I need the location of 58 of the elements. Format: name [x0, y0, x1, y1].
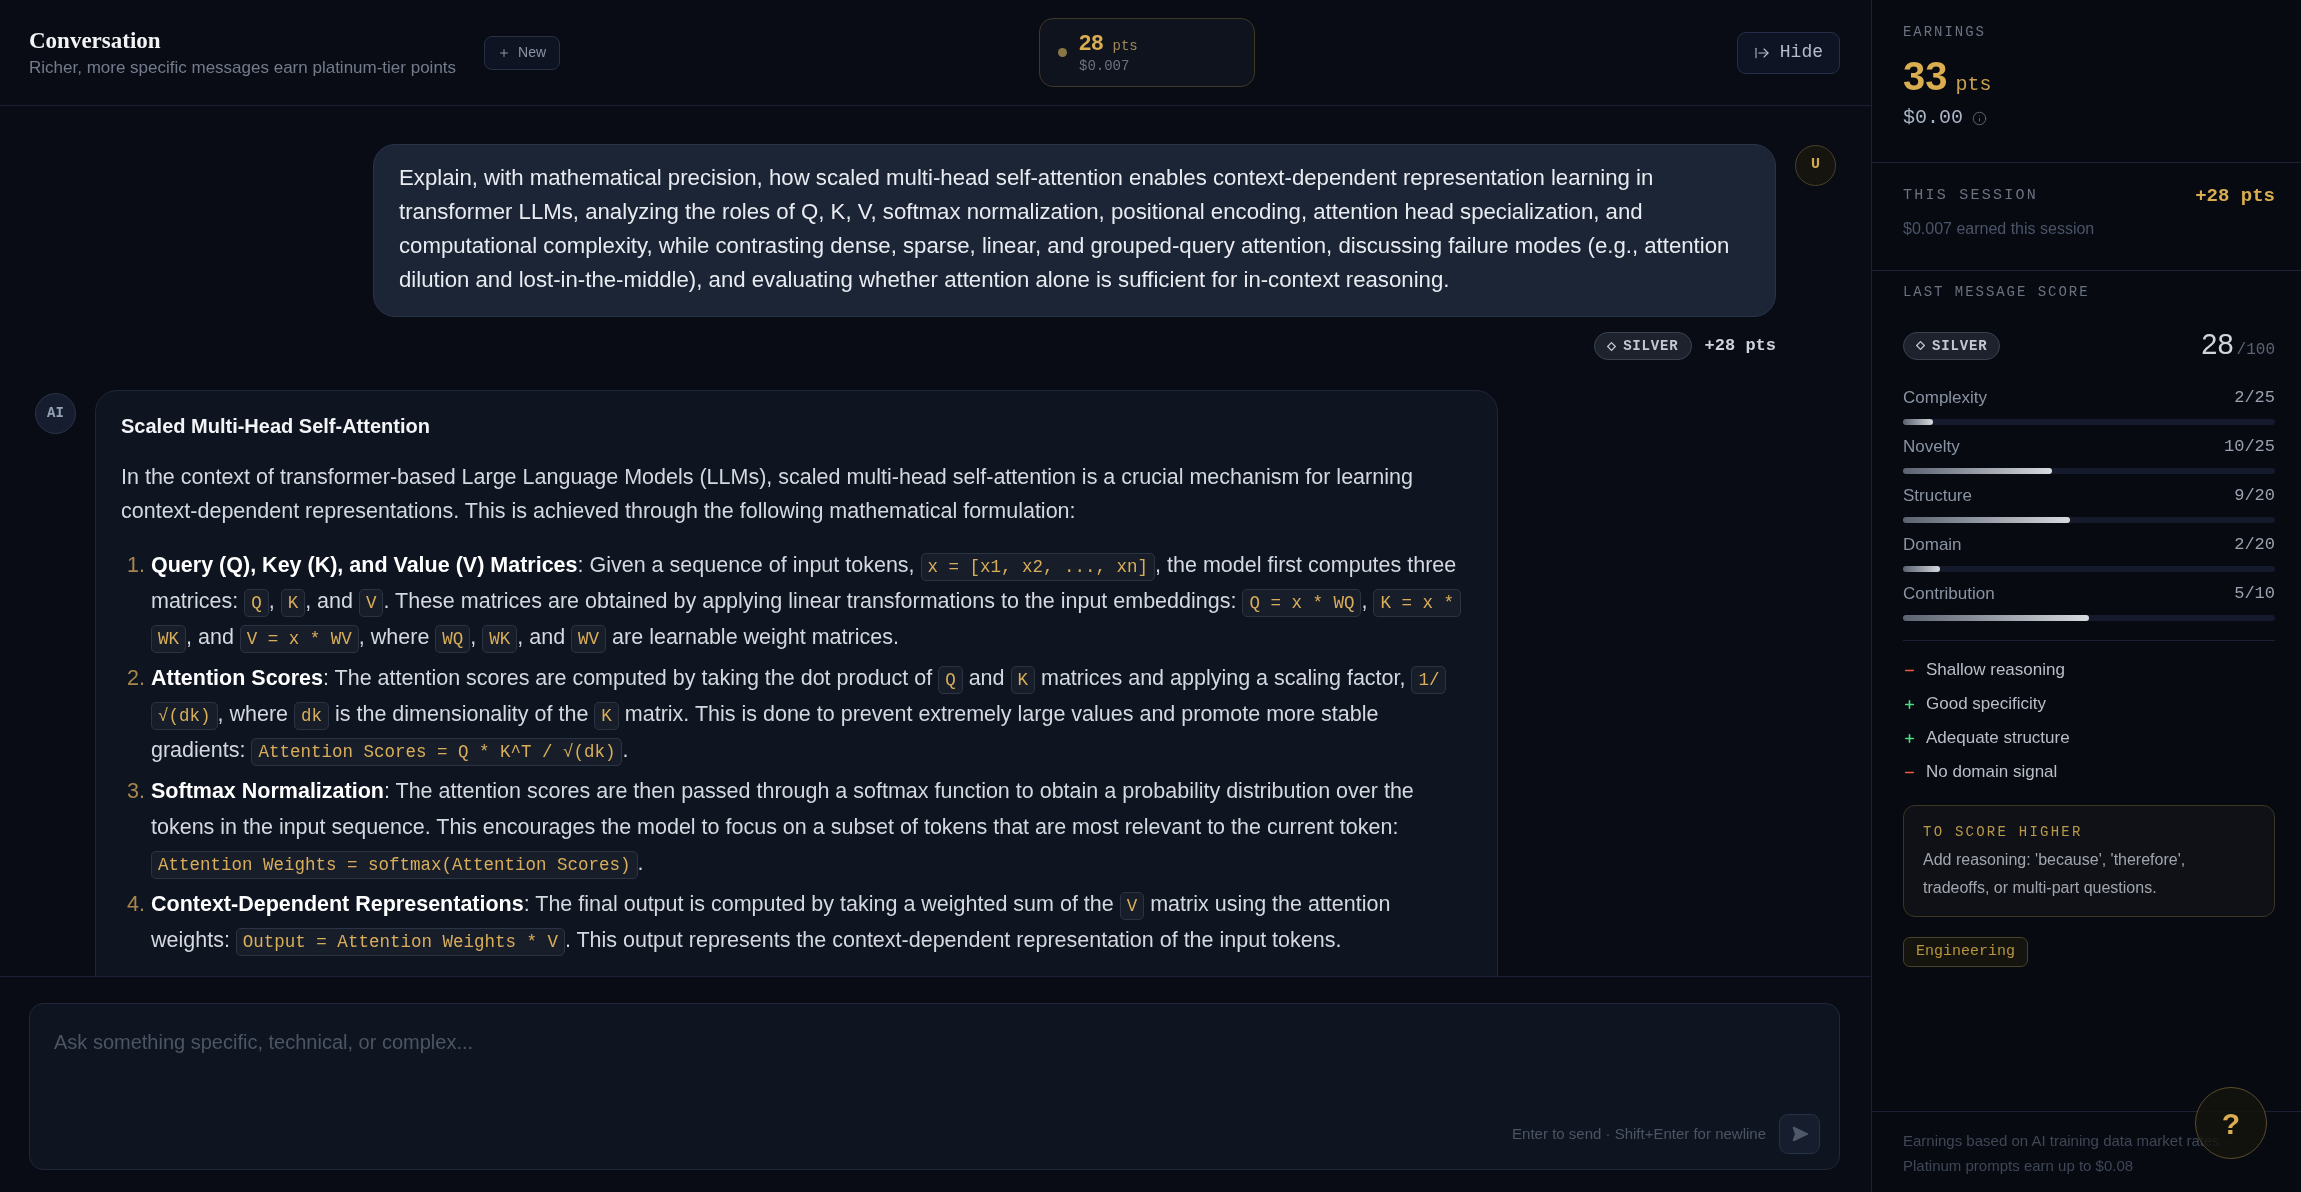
- message-input[interactable]: Ask something specific, technical, or complex...: [30, 1004, 1839, 1114]
- points-value: 28: [1079, 30, 1104, 56]
- list-number: 2.: [126, 665, 146, 692]
- tier-label: SILVER: [1932, 338, 1988, 353]
- message-points: +28 pts: [1704, 335, 1776, 358]
- points-unit: pts: [1112, 37, 1138, 56]
- section-label: EARNINGS: [1903, 23, 1987, 41]
- page-title: Conversation: [29, 26, 162, 55]
- metric-reading: 2/20: [2234, 534, 2275, 557]
- metric-reading: 5/10: [2234, 583, 2275, 606]
- plus-icon: [498, 46, 511, 59]
- metric-label: Contribution: [1903, 583, 1995, 606]
- diamond-icon: [1607, 341, 1617, 351]
- score-value: 28: [2201, 329, 2234, 359]
- plus-icon: [1903, 731, 1916, 745]
- earnings-unit: pts: [1955, 72, 1992, 98]
- user-message-text: Explain, with mathematical precision, how scaled multi-head self-attention enables context-dependent representation learning in transformer LLMs, analyzing the roles of Q, K, V, softmax normalization, positional encoding, attention head specialization, and computational complexity, while contrasting dense, sparse, linear, and grouped-query attention, discussing failure modes (e.g., attention dilution and lost-in-the-middle), and evaluating whether attention alone is sufficient for in-context reasoning.: [399, 164, 1731, 294]
- feedback-text: Shallow reasoning: [1926, 659, 2065, 682]
- metric-reading: 2/25: [2234, 387, 2275, 410]
- session-earned-note: $0.007 earned this session: [1903, 219, 2096, 239]
- send-button[interactable]: [1779, 1114, 1820, 1154]
- page-subtitle: Richer, more specific messages earn platinum-tier points: [29, 56, 457, 79]
- response-paragraph: In the context of transformer-based Large Language Models (LLMs), scaled multi-head self-attention is a crucial mechanism for learning context-dependent representations. This is achieved through the following mathematical formulation:: [121, 464, 1414, 525]
- feedback-text: Good specificity: [1926, 693, 2046, 716]
- ai-avatar: AI: [35, 393, 76, 434]
- list-number: 3.: [126, 778, 146, 805]
- tier-label: SILVER: [1623, 339, 1679, 353]
- section-label: LAST MESSAGE SCORE: [1903, 283, 2091, 302]
- tip-title: TO SCORE HIGHER: [1923, 823, 2084, 842]
- feedback-text: Adequate structure: [1926, 727, 2070, 750]
- response-heading: Scaled Multi-Head Self-Attention: [121, 414, 431, 439]
- points-money: $0.007: [1079, 57, 1131, 75]
- metric-reading: 10/25: [2224, 436, 2275, 459]
- tip-text: Add reasoning: 'because', 'therefore', tradeoffs, or multi-part questions.: [1923, 850, 2187, 898]
- topic-tag: Engineering: [1903, 937, 2029, 967]
- plus-icon: [1903, 697, 1916, 711]
- earnings-money: $0.00: [1903, 105, 1963, 131]
- list-item-text: Softmax Normalization: The attention scores are then passed through a softmax function to obtain a probability distribution over the tokens in the input sequence. This encourages the model to focus on a subset of tokens that are most relevant to the current token: Attention Weights = softmax(Attention Scores) .: [151, 773, 1472, 881]
- send-icon: [1790, 1125, 1809, 1143]
- earnings-value: 33: [1903, 54, 1948, 98]
- info-icon[interactable]: [1972, 110, 1987, 126]
- metric-label: Novelty: [1903, 436, 1960, 459]
- list-item-text: Context-Dependent Representations: The final output is computed by taking a weighted sum of the V matrix using the attention weights: Output = Attention Weights * V . This output represents the context-dependent representation of the input tokens.: [151, 886, 1472, 958]
- score-max: /100: [2236, 340, 2275, 361]
- list-number: 1.: [126, 552, 146, 579]
- metric-reading: 9/20: [2234, 485, 2275, 508]
- send-hint: Enter to send · Shift+Enter for newline: [1512, 1123, 1766, 1144]
- new-button[interactable]: New: [484, 35, 561, 70]
- metric-label: Structure: [1903, 485, 1972, 508]
- session-points: +28 pts: [2195, 184, 2275, 208]
- section-label: THIS SESSION: [1903, 186, 2039, 206]
- diamond-icon: [1916, 341, 1925, 350]
- list-number: 4.: [126, 891, 146, 918]
- feedback-text: No domain signal: [1926, 761, 2058, 784]
- user-avatar: U: [1795, 145, 1836, 186]
- metric-label: Domain: [1903, 534, 1962, 557]
- metric-label: Complexity: [1903, 387, 1988, 410]
- hide-button[interactable]: Hide: [1736, 31, 1840, 74]
